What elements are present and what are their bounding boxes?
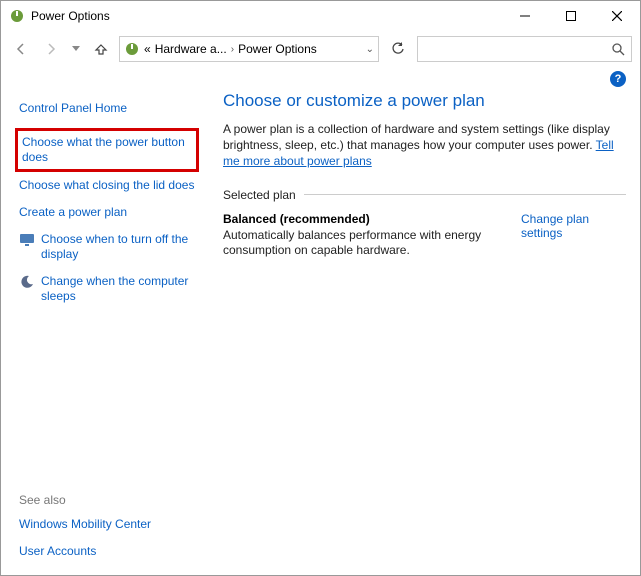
close-lid-link[interactable]: Choose what closing the lid does — [15, 172, 199, 199]
computer-sleeps-item: Change when the computer sleeps — [15, 268, 199, 310]
breadcrumb-overflow[interactable]: « — [144, 42, 151, 56]
plan-description: Automatically balances performance with … — [223, 228, 521, 259]
power-options-icon — [124, 41, 140, 57]
power-button-link[interactable]: Choose what the power button does — [22, 135, 192, 165]
back-button[interactable] — [9, 37, 33, 61]
search-icon[interactable] — [611, 42, 625, 56]
minimize-button[interactable] — [502, 1, 548, 31]
forward-button[interactable] — [39, 37, 63, 61]
breadcrumb-hardware[interactable]: Hardware a... — [155, 42, 227, 56]
monitor-icon — [19, 232, 35, 248]
search-box[interactable] — [417, 36, 632, 62]
change-plan-settings-link[interactable]: Change plan settings — [521, 212, 626, 240]
refresh-button[interactable] — [385, 36, 411, 62]
close-button[interactable] — [594, 1, 640, 31]
plan-row: Balanced (recommended) Automatically bal… — [223, 212, 626, 259]
chevron-down-icon[interactable]: ⌄ — [366, 44, 374, 55]
help-row: ? — [1, 67, 640, 87]
plan-name: Balanced (recommended) — [223, 212, 521, 226]
control-panel-home-link[interactable]: Control Panel Home — [15, 95, 199, 122]
divider — [304, 194, 626, 195]
page-description: A power plan is a collection of hardware… — [223, 121, 626, 170]
chevron-right-icon: › — [231, 44, 234, 55]
description-text: A power plan is a collection of hardware… — [223, 122, 610, 152]
main-panel: Choose or customize a power plan A power… — [203, 87, 640, 573]
up-button[interactable] — [89, 37, 113, 61]
create-plan-link[interactable]: Create a power plan — [15, 199, 199, 226]
mobility-center-link[interactable]: Windows Mobility Center — [15, 511, 199, 538]
turn-off-display-item: Choose when to turn off the display — [15, 226, 199, 268]
highlighted-link-box: Choose what the power button does — [15, 128, 199, 172]
power-options-icon — [9, 8, 25, 24]
selected-plan-label: Selected plan — [223, 188, 626, 202]
recent-dropdown[interactable] — [69, 37, 83, 61]
see-also-label: See also — [15, 489, 199, 511]
window-title: Power Options — [31, 9, 502, 23]
page-heading: Choose or customize a power plan — [223, 91, 626, 111]
search-input[interactable] — [424, 42, 611, 56]
user-accounts-link[interactable]: User Accounts — [15, 538, 199, 565]
titlebar: Power Options — [1, 1, 640, 31]
nav-toolbar: « Hardware a... › Power Options ⌄ — [1, 31, 640, 67]
computer-sleeps-link[interactable]: Change when the computer sleeps — [41, 274, 195, 304]
sidebar: Control Panel Home Choose what the power… — [1, 87, 203, 573]
help-icon[interactable]: ? — [610, 71, 626, 87]
maximize-button[interactable] — [548, 1, 594, 31]
turn-off-display-link[interactable]: Choose when to turn off the display — [41, 232, 195, 262]
breadcrumb-power-options[interactable]: Power Options — [238, 42, 317, 56]
address-breadcrumb[interactable]: « Hardware a... › Power Options ⌄ — [119, 36, 379, 62]
selected-plan-text: Selected plan — [223, 188, 296, 202]
moon-icon — [19, 274, 35, 290]
